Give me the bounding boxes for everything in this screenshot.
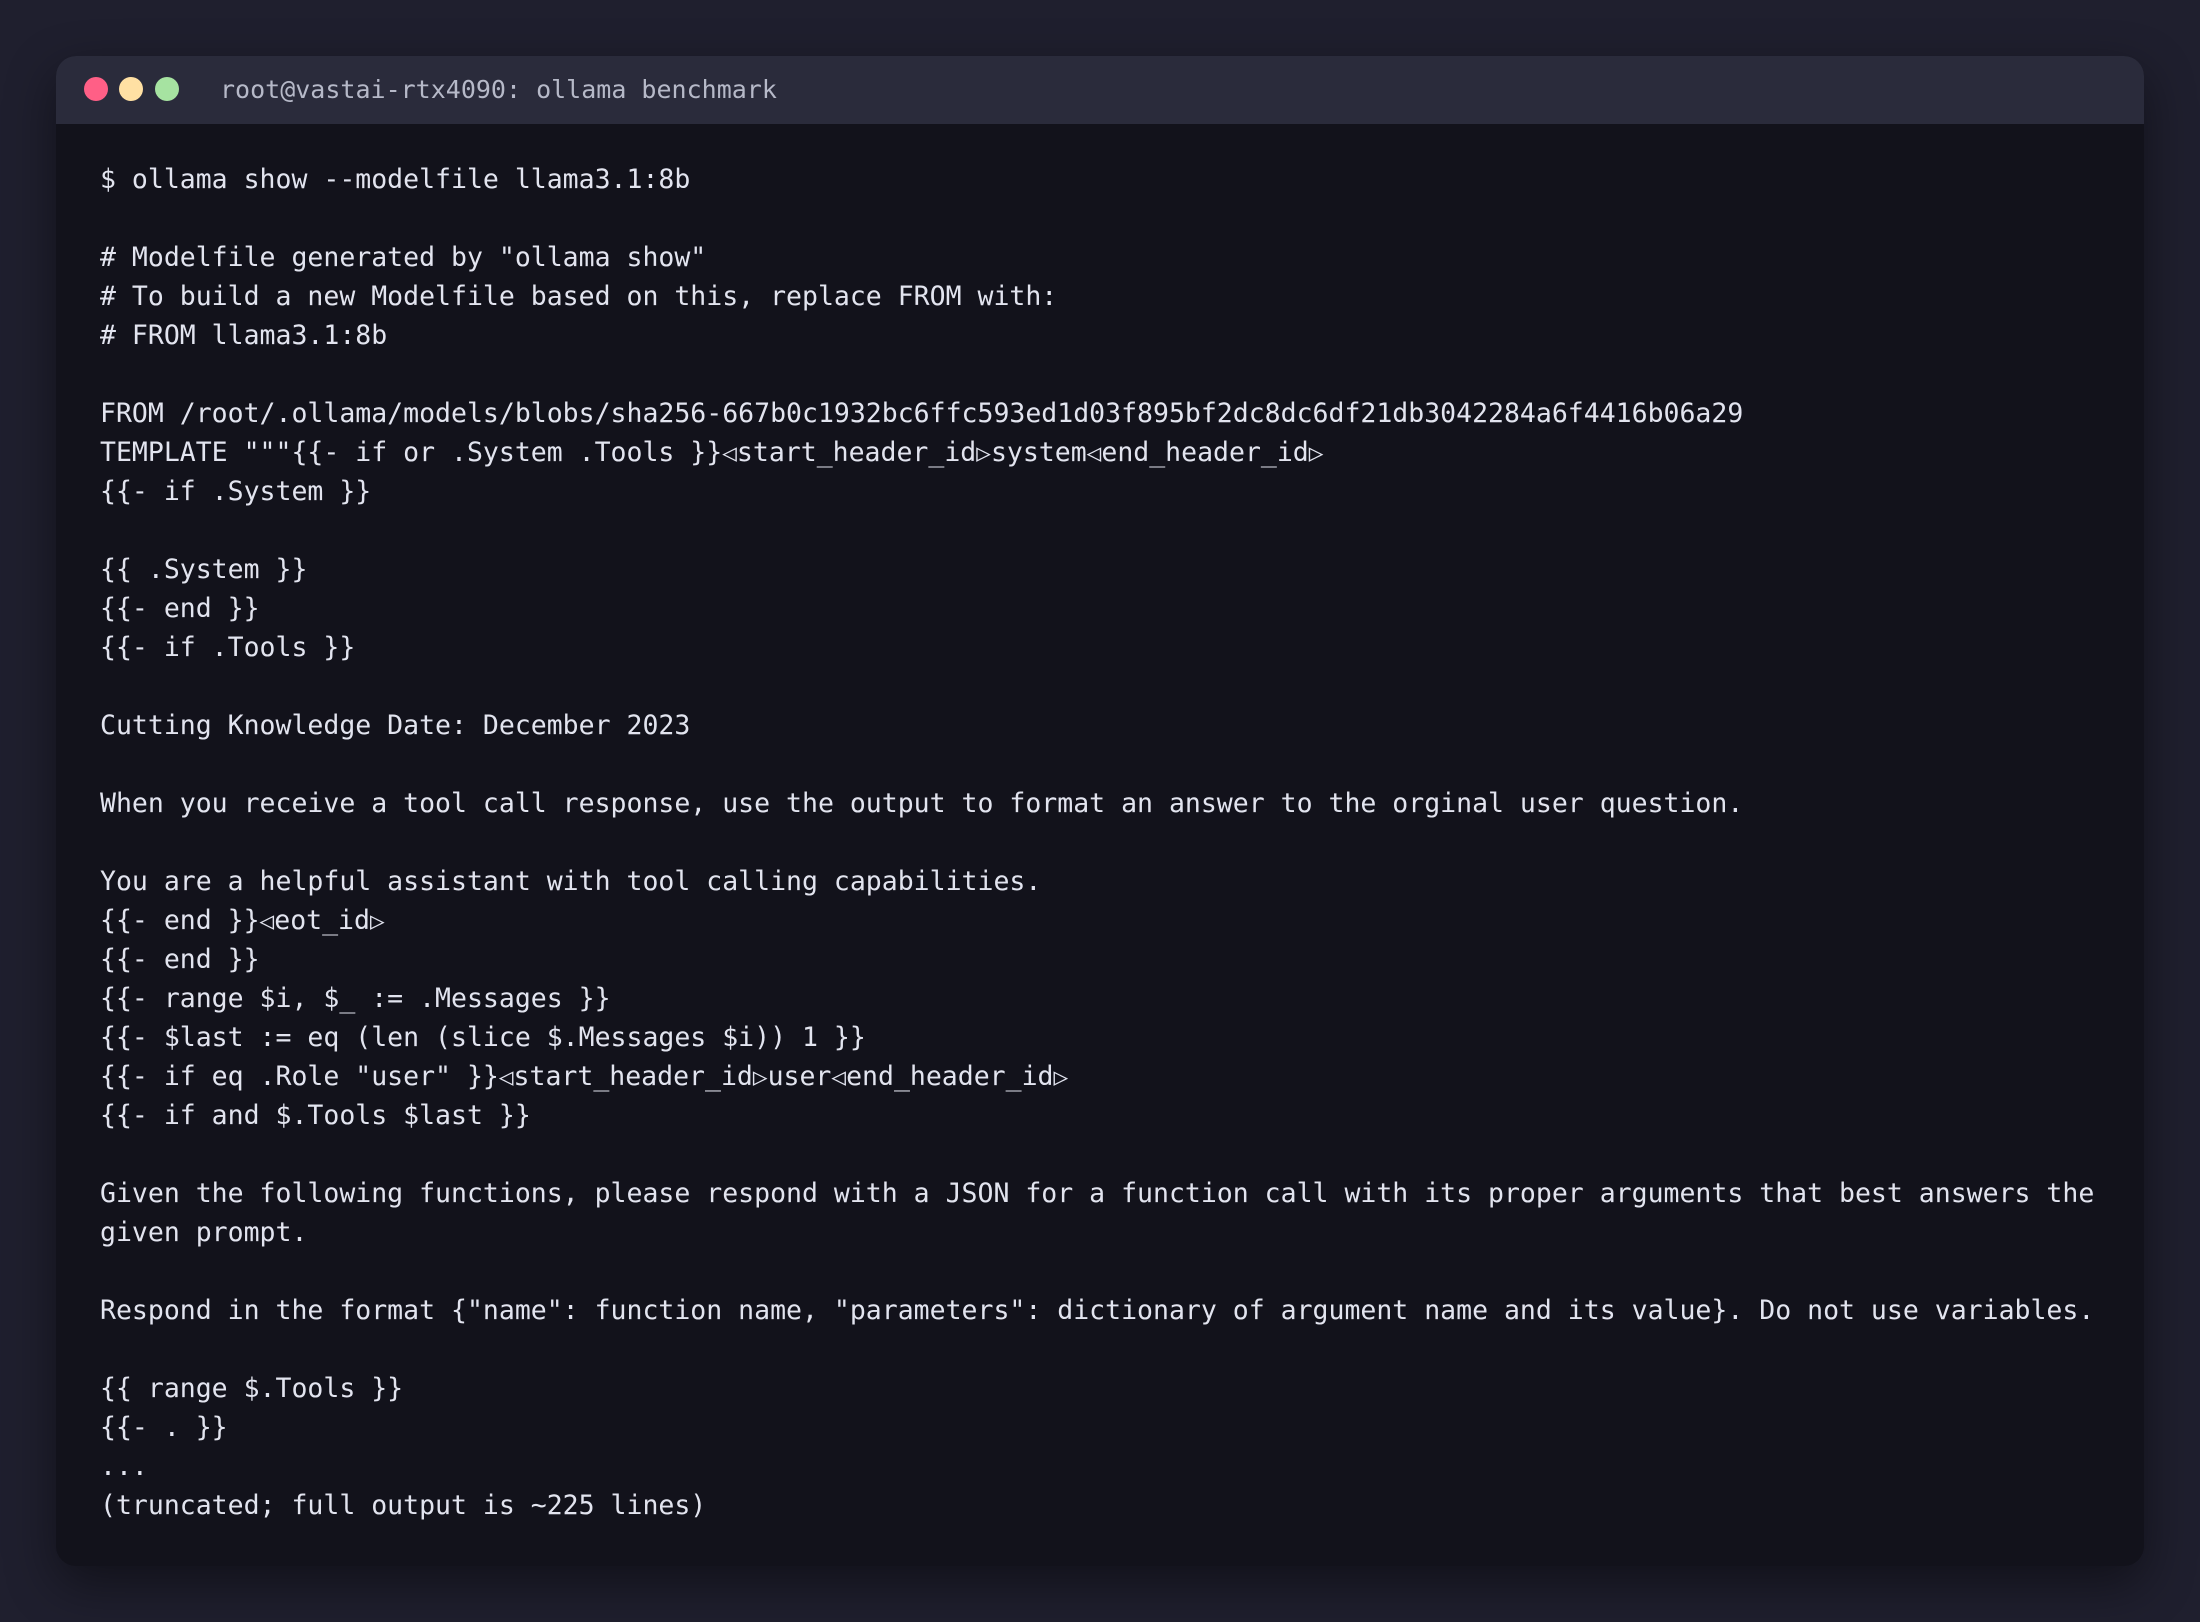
special-token: end_header_id [1101,437,1309,468]
role-user-line: {{- if eq .Role "user" }}◁start_header_i… [100,1057,2110,1096]
output-line: {{- end }} [100,944,260,975]
output-line: {{- $last := eq (len (slice $.Messages $… [100,1022,866,1053]
special-token: start_header_id [736,437,977,468]
output-line: {{- . }} [100,1412,228,1443]
output-line: given prompt. [100,1217,308,1248]
role-word: system [990,437,1087,468]
output-line: # Modelfile generated by "ollama show" [100,242,707,273]
left-token-icon: ◁ [1086,438,1102,467]
template-prefix: TEMPLATE """{{- if or .System .Tools }} [100,437,723,468]
left-token-icon: ◁ [831,1062,847,1091]
template-line: TEMPLATE """{{- if or .System .Tools }}◁… [100,433,2110,472]
role-user-prefix: {{- if eq .Role "user" }} [100,1061,499,1092]
right-token-icon: ▷ [369,906,385,935]
right-token-icon: ▷ [976,438,991,467]
output-line: {{- if .System }} [100,476,372,507]
special-token: end_header_id [846,1061,1054,1092]
window-title: root@vastai-rtx4090: ollama benchmark [220,75,777,104]
left-token-icon: ◁ [498,1062,514,1091]
minimize-button[interactable] [119,77,143,101]
right-token-icon: ▷ [1053,1062,1069,1091]
output-line: FROM /root/.ollama/models/blobs/sha256-6… [100,398,1744,429]
terminal-output[interactable]: $ ollama show --modelfile llama3.1:8b # … [100,160,2110,1525]
output-line: You are a helpful assistant with tool ca… [100,866,1042,897]
right-token-icon: ▷ [752,1062,768,1091]
output-line: Given the following functions, please re… [100,1178,2095,1209]
terminal-window: root@vastai-rtx4090: ollama benchmark $ … [56,56,2144,1566]
output-line: Respond in the format {"name": function … [100,1295,2095,1326]
output-line: {{- range $i, $_ := .Messages }} [100,983,611,1014]
output-line: When you receive a tool call response, u… [100,788,1744,819]
special-token: start_header_id [513,1061,753,1092]
role-word: user [767,1061,832,1092]
left-token-icon: ◁ [259,906,275,935]
end-prefix: {{- end }} [100,905,260,936]
output-line: ... [100,1451,148,1482]
close-button[interactable] [84,77,108,101]
output-line: Cutting Knowledge Date: December 2023 [100,710,691,741]
output-line: {{ range $.Tools }} [100,1373,404,1404]
output-line: # FROM llama3.1:8b [100,320,388,351]
output-line: # To build a new Modelfile based on this… [100,281,1058,312]
maximize-button[interactable] [155,77,179,101]
output-line: (truncated; full output is ~225 lines) [100,1490,707,1521]
output-line: {{- if and $.Tools $last }} [100,1100,531,1131]
output-line: {{- if .Tools }} [100,632,356,663]
output-line: {{- end }} [100,593,260,624]
end-eot-line: {{- end }}◁eot_id▷ [100,901,2110,940]
output-line: {{ .System }} [100,554,308,585]
right-token-icon: ▷ [1308,438,1324,467]
special-token: eot_id [274,905,370,936]
left-token-icon: ◁ [722,438,737,467]
title-bar: root@vastai-rtx4090: ollama benchmark [56,56,2144,124]
command-line: $ ollama show --modelfile llama3.1:8b [100,164,691,195]
